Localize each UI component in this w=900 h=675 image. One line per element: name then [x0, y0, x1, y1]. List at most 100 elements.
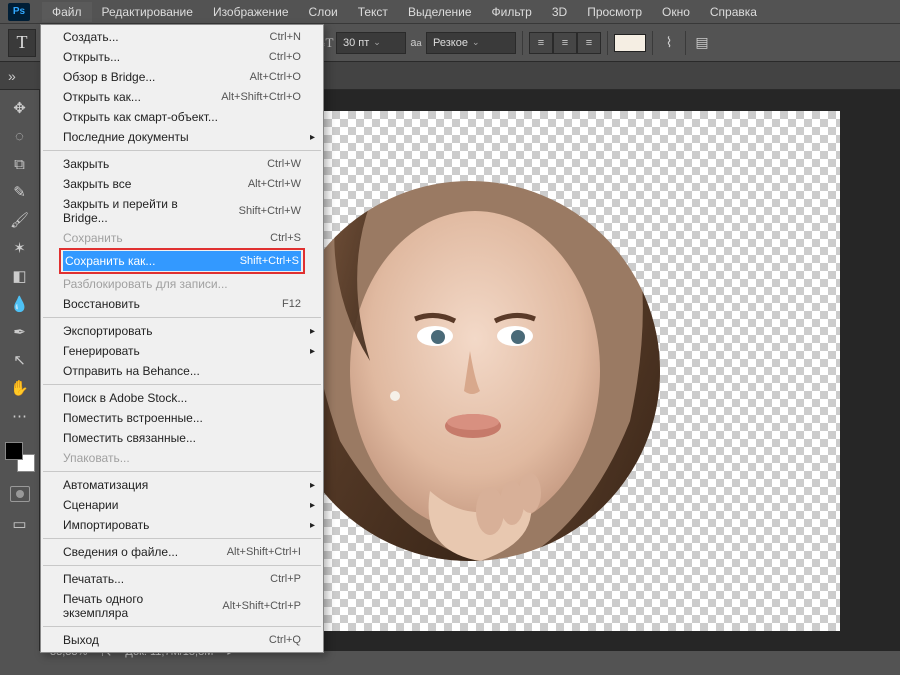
tool-palette: ✥ ◌ ⧉ ✎ 🖌 ✶ ◧ 💧 ✒ ↖ ✋ ⋯ ▭ — [0, 90, 40, 651]
antialias-icon: aa — [406, 33, 426, 53]
menu-item[interactable]: Открыть как...Alt+Shift+Ctrl+O — [41, 87, 323, 107]
path-select-tool-icon[interactable]: ↖ — [8, 348, 32, 372]
menu-item[interactable]: Закрыть все Alt+Ctrl+W — [41, 174, 323, 194]
menu-item-label: Сценарии — [63, 498, 118, 512]
fg-bg-swatches[interactable] — [5, 442, 35, 472]
align-left-button[interactable]: ≡ — [529, 32, 553, 54]
menu-item[interactable]: Поместить связанные... — [41, 428, 323, 448]
menu-item[interactable]: Сведения о файле...Alt+Shift+Ctrl+I — [41, 542, 323, 562]
clone-tool-icon[interactable]: ✶ — [8, 236, 32, 260]
menu-item-label: Открыть... — [63, 50, 120, 64]
menu-item[interactable]: Автоматизация▸ — [41, 475, 323, 495]
menu-item[interactable]: Отправить на Behance... — [41, 361, 323, 381]
submenu-arrow-icon: ▸ — [310, 326, 315, 337]
menu-shortcut: Shift+Ctrl+S — [240, 255, 299, 267]
menu-файл[interactable]: Файл — [42, 2, 92, 22]
align-right-button[interactable]: ≡ — [577, 32, 601, 54]
menu-item[interactable]: Печатать... Ctrl+P — [41, 569, 323, 589]
brush-tool-icon[interactable]: 🖌 — [8, 208, 32, 232]
menu-item-label: Импортировать — [63, 518, 149, 532]
menu-item[interactable]: Сохранить как... Shift+Ctrl+S — [63, 251, 301, 271]
submenu-arrow-icon: ▸ — [310, 132, 315, 143]
menu-item[interactable]: Генерировать ▸ — [41, 341, 323, 361]
align-center-button[interactable]: ≡ — [553, 32, 577, 54]
menu-item[interactable]: Закрыть и перейти в Bridge...Shift+Ctrl+… — [41, 194, 323, 228]
menu-item[interactable]: Создать...Ctrl+N — [41, 27, 323, 47]
menu-item[interactable]: Сценарии ▸ — [41, 495, 323, 515]
menu-item-label: Печатать... — [63, 572, 124, 586]
menu-shortcut: Alt+Shift+Ctrl+P — [222, 600, 301, 612]
submenu-arrow-icon: ▸ — [310, 480, 315, 491]
menu-item-label: Закрыть все — [63, 177, 131, 191]
menu-item[interactable]: Последние документы ▸ — [41, 127, 323, 147]
hand-tool-icon[interactable]: ✋ — [8, 376, 32, 400]
text-color-swatch[interactable] — [614, 34, 646, 52]
menu-слои[interactable]: Слои — [299, 2, 348, 22]
lasso-tool-icon[interactable]: ◌ — [8, 124, 32, 148]
submenu-arrow-icon: ▸ — [310, 346, 315, 357]
pen-tool-icon[interactable]: ✒ — [8, 320, 32, 344]
active-tool-icon[interactable]: T — [8, 29, 36, 57]
antialias-field[interactable]: Резкое ⌄ — [426, 32, 516, 54]
chevron-down-icon: ⌄ — [472, 37, 480, 48]
menu-справка[interactable]: Справка — [700, 2, 767, 22]
character-panel-icon[interactable]: ▤ — [692, 33, 712, 53]
image-content — [280, 181, 660, 561]
menu-item[interactable]: Поместить встроенные... — [41, 408, 323, 428]
menu-item[interactable]: Экспортировать▸ — [41, 321, 323, 341]
menu-item[interactable]: ЗакрытьCtrl+W — [41, 154, 323, 174]
menu-item-label: Закрыть и перейти в Bridge... — [63, 197, 219, 225]
gradient-tool-icon[interactable]: ◧ — [8, 264, 32, 288]
font-size-field[interactable]: 30 пт ⌄ — [336, 32, 406, 54]
menu-3d[interactable]: 3D — [542, 2, 577, 22]
menu-item-label: Генерировать — [63, 344, 140, 358]
menu-shortcut: Alt+Ctrl+W — [248, 178, 301, 190]
menu-item-label: Закрыть — [63, 157, 109, 171]
menu-текст[interactable]: Текст — [348, 2, 398, 22]
menu-item-label: Разблокировать для записи... — [63, 277, 228, 291]
menu-item[interactable]: Поиск в Adobe Stock... — [41, 388, 323, 408]
menu-item[interactable]: Печать одного экземпляра Alt+Shift+Ctrl+P — [41, 589, 323, 623]
eyedropper-tool-icon[interactable]: ✎ — [8, 180, 32, 204]
move-tool-icon[interactable]: ✥ — [8, 96, 32, 120]
menu-shortcut: Alt+Ctrl+O — [250, 71, 301, 83]
menu-item-label: Восстановить — [63, 297, 140, 311]
menu-item[interactable]: Открыть... Ctrl+O — [41, 47, 323, 67]
menu-окно[interactable]: Окно — [652, 2, 700, 22]
menu-item-label: Поместить связанные... — [63, 431, 196, 445]
menu-item-label: Сохранить как... — [65, 254, 155, 268]
menu-редактирование[interactable]: Редактирование — [92, 2, 203, 22]
menu-item: Разблокировать для записи... — [41, 274, 323, 294]
menu-item[interactable]: Обзор в Bridge... Alt+Ctrl+O — [41, 67, 323, 87]
menu-изображение[interactable]: Изображение — [203, 2, 299, 22]
menu-фильтр[interactable]: Фильтр — [482, 2, 542, 22]
menu-shortcut: Alt+Shift+Ctrl+O — [221, 91, 301, 103]
menu-item-label: Поместить встроенные... — [63, 411, 203, 425]
menu-shortcut: F12 — [282, 298, 301, 310]
menu-item[interactable]: Открыть как смарт-объект... — [41, 107, 323, 127]
menu-item[interactable]: Импортировать▸ — [41, 515, 323, 535]
menu-separator — [43, 565, 321, 566]
antialias-value: Резкое — [433, 37, 468, 49]
menu-item[interactable]: Восстановить F12 — [41, 294, 323, 314]
menu-выделение[interactable]: Выделение — [398, 2, 482, 22]
submenu-arrow-icon: ▸ — [310, 500, 315, 511]
app-logo-icon: Ps — [8, 3, 30, 21]
tabs-menu-icon[interactable]: » — [8, 68, 16, 84]
menu-shortcut: Ctrl+N — [270, 31, 301, 43]
foreground-color[interactable] — [5, 442, 23, 460]
menu-shortcut: Ctrl+P — [270, 573, 301, 585]
menu-item: СохранитьCtrl+S — [41, 228, 323, 248]
menu-item-label: Обзор в Bridge... — [63, 70, 155, 84]
quickmask-icon[interactable] — [10, 486, 30, 502]
menu-item-label: Печать одного экземпляра — [63, 592, 202, 620]
screen-mode-icon[interactable]: ▭ — [8, 512, 32, 536]
menu-item[interactable]: ВыходCtrl+Q — [41, 630, 323, 650]
menu-просмотр[interactable]: Просмотр — [577, 2, 652, 22]
menu-item-label: Последние документы — [63, 130, 189, 144]
warp-text-icon[interactable]: ⌇ — [659, 33, 679, 53]
blur-tool-icon[interactable]: 💧 — [8, 292, 32, 316]
crop-tool-icon[interactable]: ⧉ — [8, 152, 32, 176]
more-tools-icon[interactable]: ⋯ — [8, 404, 32, 428]
menu-shortcut: Ctrl+O — [269, 51, 301, 63]
